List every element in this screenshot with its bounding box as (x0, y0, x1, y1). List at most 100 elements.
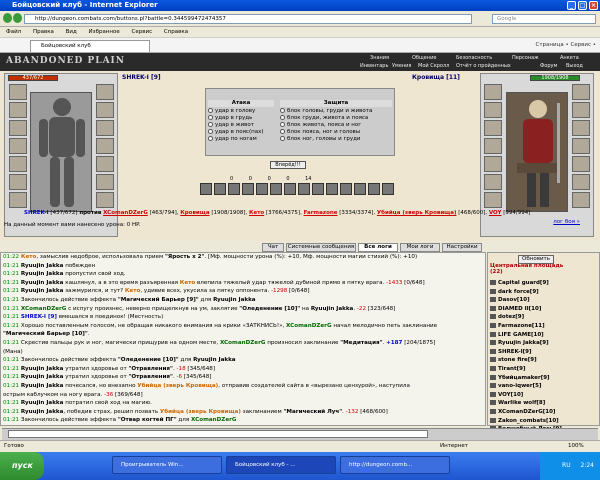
defense-option-2[interactable]: блок груди, живота и пояса (280, 115, 392, 122)
radio-icon[interactable] (208, 115, 213, 120)
battle-log[interactable]: 01:22 Кето, замыслив недоброе, использов… (0, 252, 486, 426)
nav-profile[interactable]: Анкета (560, 55, 579, 61)
player-name[interactable]: SHREK-I [9] (122, 74, 161, 81)
attack-option-head[interactable]: удар в голову (208, 108, 274, 115)
player-list-item[interactable]: dotez[9] (490, 313, 562, 322)
zoom-level[interactable]: 100% (568, 441, 584, 452)
battle-log-link[interactable]: лог боя » (553, 219, 580, 225)
skill-slot-icon[interactable] (326, 183, 338, 195)
skill-slot-icon[interactable] (242, 183, 254, 195)
player-list-item[interactable]: stone fire[9] (490, 356, 562, 365)
player-list-item[interactable]: Farmazone[11] (490, 322, 562, 331)
maximize-button[interactable]: □ (578, 1, 587, 10)
menu-favorites[interactable]: Избранное (89, 29, 120, 35)
start-button[interactable]: пуск (0, 452, 44, 480)
slot-amulet[interactable] (96, 102, 114, 118)
radio-icon[interactable] (208, 122, 213, 127)
skill-slot-icon[interactable] (200, 183, 212, 195)
back-icon[interactable] (3, 13, 12, 23)
slot-bracers[interactable] (96, 138, 114, 154)
enemy-link[interactable]: XComanDZerG (103, 210, 148, 216)
enemy-slot-9[interactable] (572, 102, 590, 118)
skill-slot-icon[interactable] (298, 183, 310, 195)
skill-slot-icon[interactable] (354, 183, 366, 195)
enemy-link[interactable]: Farmazone (304, 210, 338, 216)
slot-gloves[interactable] (9, 156, 27, 172)
slot-weapon[interactable] (9, 102, 27, 118)
tab-settings[interactable]: Настройки (442, 243, 482, 252)
menu-tools[interactable]: Сервис (132, 29, 153, 35)
defense-option-1[interactable]: блок головы, груди и живота (280, 108, 392, 115)
enemy-link[interactable]: Убийца (зверь Кровища) (377, 210, 457, 216)
attack-option-chest[interactable]: удар в грудь (208, 115, 274, 122)
player-list-item[interactable]: Warlike wolf[8] (490, 399, 562, 408)
slot-shield[interactable] (96, 120, 114, 136)
close-button[interactable]: × (589, 1, 598, 10)
minimize-button[interactable]: _ (567, 1, 576, 10)
skill-slot-icon[interactable] (284, 183, 296, 195)
player-avatar[interactable] (30, 92, 92, 212)
address-input[interactable]: http://dungeon.combats.com/buttons.pl?ba… (24, 14, 472, 24)
forward-icon[interactable] (13, 13, 22, 23)
skill-slot-icon[interactable] (270, 183, 282, 195)
slot-extra[interactable] (96, 174, 114, 190)
task-dungeon[interactable]: http://dungeon.comb... (340, 456, 450, 474)
search-input[interactable]: Google (492, 14, 596, 24)
enemy-avatar[interactable] (506, 92, 568, 212)
skill-slot-icon[interactable] (382, 183, 394, 195)
radio-icon[interactable] (208, 136, 213, 141)
nav-character[interactable]: Персонаж (512, 55, 539, 61)
defense-option-4[interactable]: блок пояса, ног и головы (280, 129, 392, 136)
player-list-item[interactable]: Dasov[10] (490, 296, 562, 305)
enemy-slot-1[interactable] (484, 84, 502, 100)
radio-icon[interactable] (280, 136, 285, 141)
tab-chat[interactable]: Чат (262, 243, 284, 252)
slot-rings[interactable] (9, 174, 27, 190)
nav-forum[interactable]: Форум (540, 63, 557, 69)
radio-icon[interactable] (208, 129, 213, 134)
enemy-slot-2[interactable] (484, 102, 502, 118)
attack-option-groin[interactable]: удар в пояс(пах) (208, 129, 274, 136)
slot-shoes[interactable] (96, 192, 114, 208)
enemy-slot-6[interactable] (484, 174, 502, 190)
browser-tab[interactable]: Бойцовский клуб (30, 40, 150, 52)
skill-slot-icon[interactable] (340, 183, 352, 195)
player-list-item[interactable]: vano-iqwer[5] (490, 382, 562, 391)
radio-icon[interactable] (208, 108, 213, 113)
skill-slot-icon[interactable] (368, 183, 380, 195)
enemy-slot-3[interactable] (484, 120, 502, 136)
enemy-slot-14[interactable] (572, 192, 590, 208)
enemy-link[interactable]: Кето (249, 210, 264, 216)
radio-icon[interactable] (280, 115, 285, 120)
nav-communication[interactable]: Общение (412, 55, 436, 61)
slot-boots[interactable] (9, 192, 27, 208)
enemy-slot-4[interactable] (484, 138, 502, 154)
radio-icon[interactable] (280, 129, 285, 134)
task-ie-combats[interactable]: Бойцовский клуб - ... (226, 456, 336, 474)
player-list-item[interactable]: SHREK-I[9] (490, 348, 562, 357)
player-list-item[interactable]: DIAMED II[10] (490, 305, 562, 314)
enemy-slot-13[interactable] (572, 174, 590, 190)
attack-option-legs[interactable]: удар по ногам (208, 136, 274, 143)
nav-security[interactable]: Безопасность (456, 55, 492, 61)
enemy-slot-10[interactable] (572, 120, 590, 136)
player-list-item[interactable]: LIFE GAME[10] (490, 331, 562, 340)
nav-skills[interactable]: Умения (392, 63, 411, 69)
enemy-slot-8[interactable] (572, 84, 590, 100)
player-list-item[interactable]: VOY[10] (490, 391, 562, 400)
menu-view[interactable]: Вид (66, 29, 77, 35)
me-name[interactable]: SHREK-I (24, 210, 49, 216)
player-list-item[interactable]: Yбийцаmaker[9] (490, 374, 562, 383)
tab-my-logs[interactable]: Мои логи (400, 243, 440, 252)
radio-icon[interactable] (280, 108, 285, 113)
enemy-name[interactable]: Кровища [11] (412, 74, 460, 81)
enemy-link[interactable]: Кровища (180, 210, 209, 216)
tab-tools[interactable]: Страница • Сервис • (536, 40, 596, 51)
tab-all-logs[interactable]: Все логи (358, 243, 398, 252)
nav-knowledge[interactable]: Знания (370, 55, 389, 61)
menu-help[interactable]: Справка (164, 29, 188, 35)
defense-option-3[interactable]: блок живота, пояса и ног (280, 122, 392, 129)
nav-scroll[interactable]: Мой Скролл (418, 63, 449, 69)
nav-report[interactable]: Отчёт о пройденных (456, 63, 511, 69)
player-list-item[interactable]: Tirant[9] (490, 365, 562, 374)
